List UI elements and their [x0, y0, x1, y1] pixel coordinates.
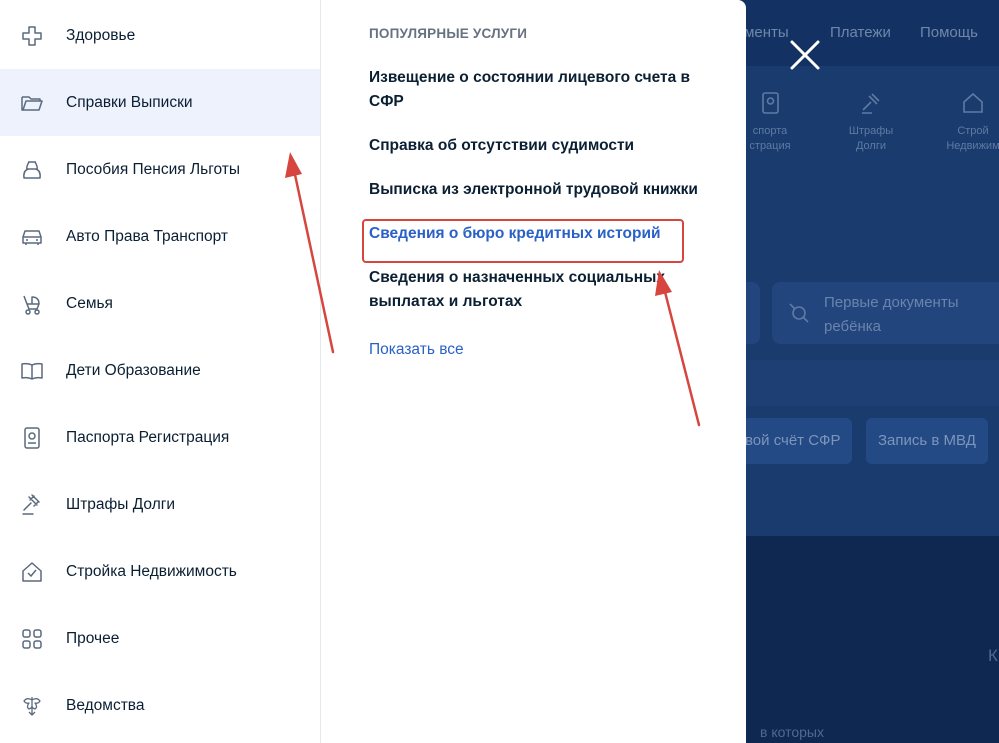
wallet-icon: [20, 158, 44, 182]
background-category-realty: Строй Недвижим: [938, 90, 999, 154]
sidebar-item-agencies[interactable]: Ведомства: [0, 672, 320, 739]
passport-icon: [762, 92, 779, 114]
stroller-icon: [20, 292, 44, 316]
close-icon: [790, 40, 820, 70]
folder-icon: [20, 91, 44, 115]
health-cross-icon: [20, 24, 44, 48]
sidebar-item-certificates[interactable]: Справки Выписки: [0, 69, 320, 136]
pacifier-icon: [789, 303, 809, 323]
book-icon: [20, 359, 44, 383]
coat-of-arms-icon: [20, 694, 44, 718]
sidebar-item-health[interactable]: Здоровье: [0, 2, 320, 69]
background-lower-section: [745, 536, 999, 743]
background-chip-sfr: вой счёт СФР: [733, 418, 853, 464]
house-icon: [20, 560, 44, 584]
category-sidebar: Здоровье Справки Выписки Пособия Пенсия …: [0, 0, 321, 743]
sidebar-item-fines[interactable]: Штрафы Долги: [0, 471, 320, 538]
car-icon: [20, 225, 44, 249]
show-all-link[interactable]: Показать все: [369, 338, 464, 362]
background-chip-mvd: Запись в МВД: [866, 418, 988, 464]
service-link-credit-bureau-info[interactable]: Сведения о бюро кредитных историй: [369, 222, 709, 246]
sidebar-item-passports[interactable]: Паспорта Регистрация: [0, 404, 320, 471]
service-link-work-record-extract[interactable]: Выписка из электронной трудовой книжки: [369, 178, 709, 202]
gavel-icon: [862, 93, 880, 114]
popular-services-heading: ПОПУЛЯРНЫЕ УСЛУГИ: [369, 26, 528, 41]
background-search-strip: [745, 360, 999, 406]
sidebar-item-benefits[interactable]: Пособия Пенсия Льготы: [0, 136, 320, 203]
background-nav-payments: Платежи: [830, 24, 891, 41]
services-column: ПОПУЛЯРНЫЕ УСЛУГИ Извещение о состоянии …: [321, 0, 746, 743]
sidebar-item-family[interactable]: Семья: [0, 270, 320, 337]
service-link-social-payments-info[interactable]: Сведения о назначенных социальных выплат…: [369, 266, 709, 314]
service-link-no-criminal-record[interactable]: Справка об отсутствии судимости: [369, 134, 709, 158]
background-heading-fragment: К: [988, 646, 998, 665]
background-text-fragment: в которых: [760, 724, 824, 740]
gavel-icon: [20, 493, 44, 517]
house-icon: [963, 92, 983, 113]
background-category-fines: Штрафы Долги: [836, 90, 906, 154]
background-nav-help: Помощь: [920, 24, 978, 41]
service-link-sfr-account-notice[interactable]: Извещение о состоянии лицевого счета в С…: [369, 66, 709, 114]
catalog-menu-panel: Здоровье Справки Выписки Пособия Пенсия …: [0, 0, 746, 743]
sidebar-item-other[interactable]: Прочее: [0, 605, 320, 672]
sidebar-item-transport[interactable]: Авто Права Транспорт: [0, 203, 320, 270]
close-menu-button[interactable]: [785, 35, 825, 75]
grid-icon: [20, 627, 44, 651]
background-card-first-documents: Первые документы ребёнка: [772, 282, 999, 344]
passport-icon: [20, 426, 44, 450]
sidebar-item-realty[interactable]: Стройка Недвижимость: [0, 538, 320, 605]
sidebar-item-education[interactable]: Дети Образование: [0, 337, 320, 404]
